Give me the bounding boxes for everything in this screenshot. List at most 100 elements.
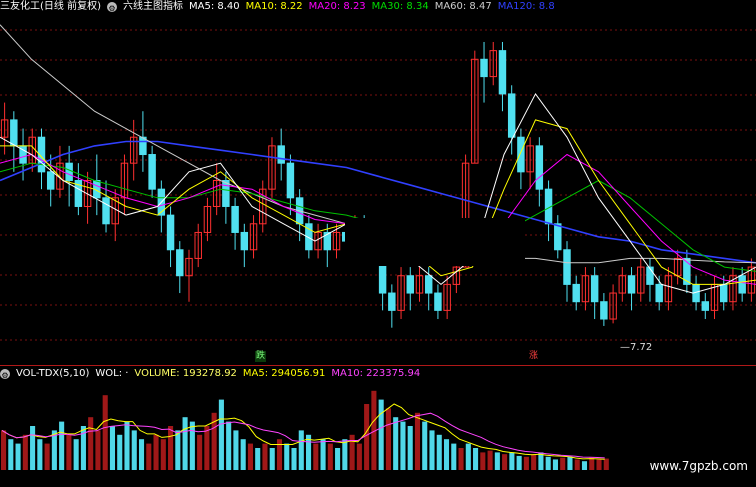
candle-body	[222, 180, 230, 207]
volume-bar	[109, 426, 116, 470]
volume-bar	[407, 426, 413, 470]
volume-bar	[247, 443, 253, 470]
candle-body	[406, 275, 414, 294]
volume-bar	[269, 448, 275, 470]
volume-bar	[233, 430, 239, 470]
volume-bar	[95, 430, 101, 470]
candle-body	[600, 301, 608, 320]
candle-body	[434, 292, 442, 311]
volume-bar	[589, 457, 595, 470]
volume-bar	[138, 439, 145, 470]
gear-icon[interactable]: ⚙	[0, 369, 10, 380]
candle-body	[388, 292, 396, 311]
ma10-label: MA10: 8.22	[245, 1, 303, 12]
ma120-label: MA120: 8.8	[497, 1, 555, 12]
candle-body	[286, 162, 295, 199]
volume-bar	[22, 434, 28, 470]
candle-body	[720, 283, 728, 303]
volume-bar	[197, 434, 203, 470]
volume-bar	[335, 448, 341, 470]
volume-bar	[102, 395, 108, 470]
ma30-label: MA30: 8.34	[371, 1, 429, 12]
volume-bar	[226, 421, 232, 470]
volume-bar	[451, 443, 457, 470]
volume-bar	[182, 417, 188, 470]
volume-bar	[218, 399, 224, 470]
volume-bar	[400, 421, 406, 470]
volume-bar	[320, 439, 326, 470]
candle-body	[231, 205, 239, 233]
volume-bar	[545, 456, 551, 470]
volume-bar	[168, 426, 174, 470]
volume-bar	[30, 426, 36, 470]
candle-body	[563, 249, 571, 285]
candle-body	[554, 223, 562, 251]
gear-icon[interactable]: ⚙	[106, 2, 117, 13]
candle-body	[738, 275, 746, 294]
candle-body	[139, 136, 147, 156]
volume-bar	[516, 455, 522, 470]
volume-legend: ⚙ VOL-TDX(5,10) WOL: · VOLUME: 193278.92…	[0, 367, 420, 381]
candle-body	[590, 275, 599, 303]
candle-body	[148, 154, 156, 190]
volume-bar	[502, 454, 508, 470]
candle-body	[701, 301, 710, 311]
candle-body	[277, 145, 285, 164]
volume-bar	[567, 456, 573, 470]
volume-bar	[291, 448, 297, 470]
volume-bar	[356, 443, 362, 470]
volume-bar	[15, 443, 21, 470]
volume-bar	[603, 458, 609, 470]
volume-ma5: MA5: 294056.91	[242, 368, 326, 379]
volume-bar	[117, 434, 123, 470]
die-tag: 跌	[255, 351, 267, 362]
stock-name: 三友化工(日线 前复权)	[0, 1, 101, 12]
volume-bar	[255, 448, 261, 470]
volume-bar	[581, 461, 588, 470]
occluded-region	[345, 218, 525, 266]
volume-bar	[560, 457, 566, 470]
volume-bar	[66, 434, 72, 470]
volume-bar	[487, 450, 493, 470]
indicator-name[interactable]: 六线主图指标	[123, 0, 183, 14]
ma60-label: MA60: 8.47	[434, 1, 492, 12]
volume-bar	[175, 430, 181, 470]
volume-bar	[422, 421, 428, 470]
volume-bar	[124, 421, 130, 470]
candle-body	[424, 275, 433, 294]
volume-bar	[160, 439, 166, 470]
volume-bar	[509, 452, 515, 470]
volume-bar	[473, 448, 479, 470]
volume-bar	[88, 417, 94, 470]
volume-bar	[284, 443, 290, 470]
candle-body	[166, 214, 175, 251]
volume-bar	[240, 439, 246, 470]
candle-body	[517, 136, 525, 173]
candle-body	[627, 275, 636, 294]
stock-chart-window[interactable]: 三友化工(日线 前复权) ⚙ 六线主图指标 MA5: 8.40 MA10: 8.…	[0, 0, 756, 487]
volume-indicator-name[interactable]: VOL-TDX(5,10)	[16, 367, 89, 381]
volume-bar	[596, 459, 602, 470]
volume-bar	[59, 421, 65, 470]
volume-bar	[531, 454, 537, 470]
candle-body	[10, 119, 18, 147]
candle-body	[498, 50, 507, 95]
candle-body	[646, 266, 654, 285]
volume-bar	[552, 459, 558, 470]
volume-bar	[262, 443, 268, 470]
candle-body	[480, 58, 488, 78]
main-legend: 三友化工(日线 前复权) ⚙ 六线主图指标 MA5: 8.40 MA10: 8.…	[0, 0, 555, 14]
candle-body	[176, 249, 184, 277]
candle-body	[46, 171, 55, 190]
pane-separator[interactable]	[0, 365, 756, 366]
volume-bar	[146, 443, 152, 470]
price-chart[interactable]	[0, 0, 756, 487]
volume-bar	[494, 452, 500, 470]
volume-bar	[298, 430, 304, 470]
volume-bar	[378, 399, 384, 470]
volume-bar	[44, 443, 50, 470]
volume-bar	[131, 430, 137, 470]
volume-bar	[443, 439, 450, 470]
low-price-marker: —7.72	[620, 342, 653, 353]
candle-body	[655, 283, 663, 303]
